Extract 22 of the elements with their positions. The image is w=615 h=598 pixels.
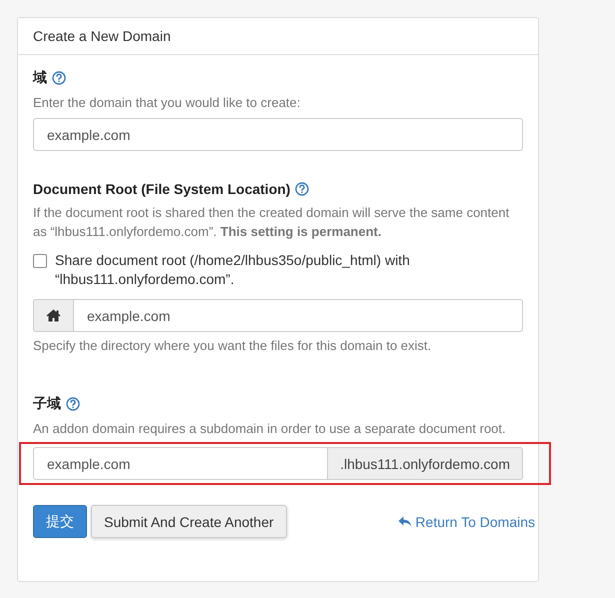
domain-suffix: .lhbus111.onlyfordemo.com bbox=[328, 447, 523, 480]
help-text: If the document root is shared then the created domain will serve the same content as “lhbus111.onlyfordemo.com”. This setting is permanent. bbox=[33, 204, 510, 241]
return-link[interactable]: Return To Domains bbox=[398, 514, 535, 530]
help-icon[interactable] bbox=[52, 71, 66, 85]
document-root-input[interactable]: example.com bbox=[73, 299, 523, 332]
home-icon bbox=[46, 309, 61, 322]
help-icon[interactable] bbox=[66, 397, 80, 411]
help-text: An addon domain requires a subdomain in order to use a separate document root. bbox=[33, 420, 507, 438]
submit-button[interactable]: 提交 bbox=[33, 505, 87, 538]
checkbox-label: Share document root (/home2/lhbus35o/public_html) with “lhbus111.onlyfordemo.com”. bbox=[55, 251, 411, 289]
help-text: Specify the directory where you want the files for this domain to exist. bbox=[33, 337, 432, 355]
help-text: Enter the domain that you would like to create: bbox=[33, 94, 302, 112]
field-label: Document Root (File System Location) bbox=[33, 181, 290, 197]
field-label: 子域 bbox=[33, 395, 61, 413]
subdomain-input[interactable]: example.com bbox=[33, 447, 328, 480]
checkbox[interactable] bbox=[33, 254, 47, 268]
panel-title: Create a New Domain bbox=[33, 28, 171, 44]
help-icon[interactable] bbox=[295, 182, 310, 196]
submit-and-create-button[interactable]: Submit And Create Another bbox=[91, 505, 287, 538]
domain-input[interactable]: example.com bbox=[33, 118, 523, 151]
field-label: 域 bbox=[33, 69, 47, 87]
reply-arrow-icon bbox=[398, 516, 412, 528]
